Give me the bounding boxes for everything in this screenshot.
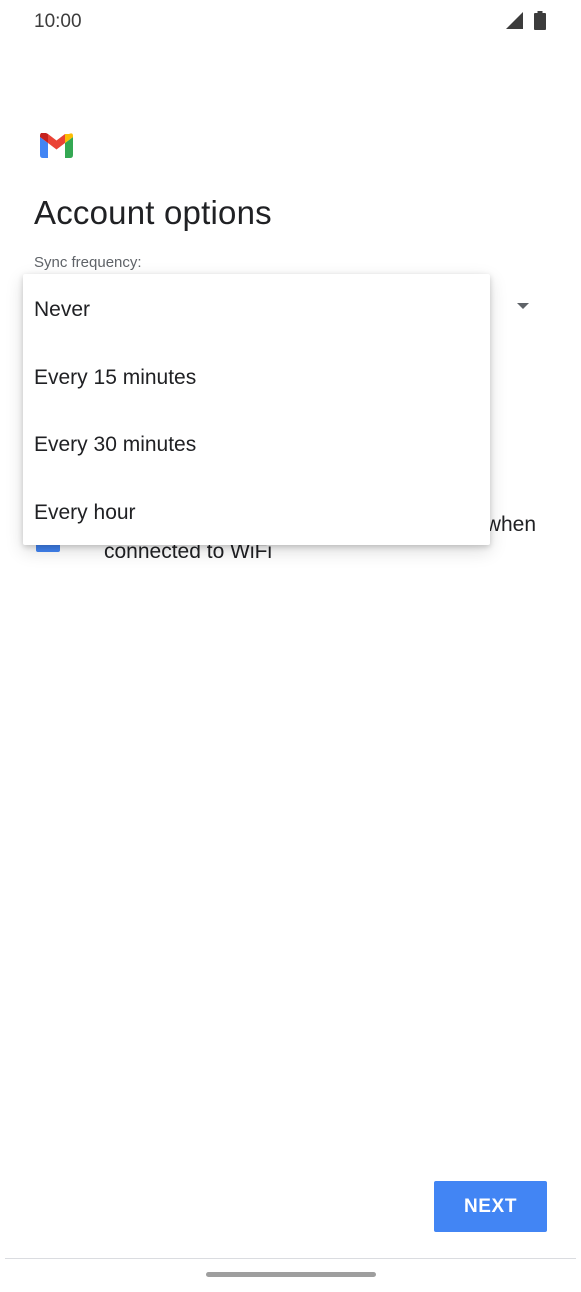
status-bar: 10:00 <box>0 0 581 44</box>
bottom-divider <box>5 1258 576 1259</box>
menu-item-label: Every 15 minutes <box>34 366 197 389</box>
next-button[interactable]: NEXT <box>434 1181 547 1232</box>
menu-item-every-15-minutes[interactable]: Every 15 minutes <box>23 344 490 411</box>
status-time: 10:00 <box>34 11 82 32</box>
home-indicator[interactable] <box>206 1272 376 1277</box>
menu-item-every-30-minutes[interactable]: Every 30 minutes <box>23 411 490 478</box>
menu-item-never[interactable]: Never <box>23 276 490 343</box>
menu-item-label: Every hour <box>34 501 136 524</box>
battery-icon <box>534 11 546 30</box>
page-title: Account options <box>34 194 272 231</box>
signal-icon <box>506 12 523 29</box>
gmail-logo <box>40 133 73 158</box>
screen: 10:00 Account options Sync frequency: wh… <box>0 0 581 1292</box>
sync-frequency-menu: Never Every 15 minutes Every 30 minutes … <box>23 274 490 545</box>
dropdown-arrow-icon[interactable] <box>517 303 529 309</box>
menu-item-every-hour[interactable]: Every hour <box>23 479 490 546</box>
menu-item-label: Every 30 minutes <box>34 433 197 456</box>
menu-item-label: Never <box>34 298 91 321</box>
sync-frequency-label: Sync frequency: <box>34 254 142 271</box>
